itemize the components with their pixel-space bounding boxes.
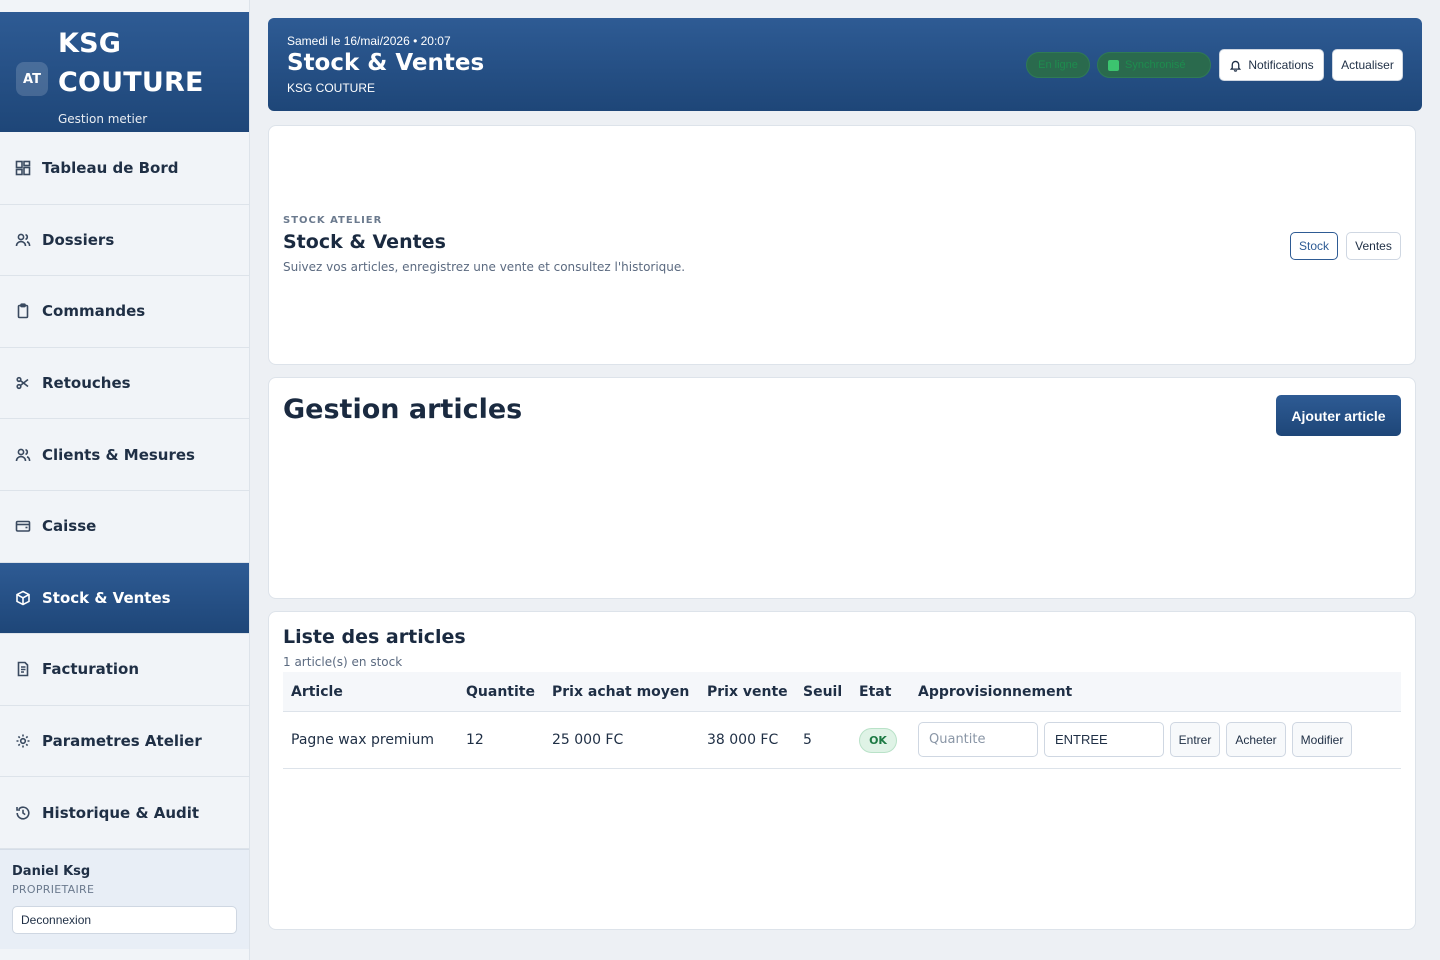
status-badge-etat: OK [859,728,897,753]
enter-button[interactable]: Entrer [1170,722,1220,757]
user-panel: Daniel Ksg PROPRIETAIRE Deconnexion [0,849,249,949]
section-eyebrow: STOCK ATELIER [283,215,383,226]
intro-card: STOCK ATELIER Stock & Ventes Suivez vos … [268,125,1416,365]
brand-subtitle: Gestion metier [58,112,148,126]
articles-list-card: Liste des articles 1 article(s) en stock… [268,611,1416,930]
sidebar-item-label: Caisse [42,517,97,536]
column-header-prix-achat: Prix achat moyen [552,684,690,700]
table-row: Pagne wax premium 12 25 000 FC 38 000 FC… [283,712,1401,769]
list-title: Liste des articles [283,626,466,648]
gestion-card: Gestion articles Ajouter article [268,377,1416,599]
refresh-button[interactable]: Actualiser [1332,49,1403,81]
sync-label: Synchronisé [1125,59,1186,71]
cell-seuil: 5 [803,732,812,748]
add-article-button[interactable]: Ajouter article [1276,395,1401,436]
cell-prix-achat: 25 000 FC [552,732,624,748]
table-header: Article Quantite Prix achat moyen Prix v… [283,672,1401,712]
cell-article: Pagne wax premium [291,732,434,748]
sidebar-item-tableau-de-bord[interactable]: Tableau de Bord [0,133,249,205]
sidebar-item-label: Clients & Mesures [42,445,195,464]
sidebar-nav: Tableau de Bord Dossiers Commandes Retou… [0,133,249,849]
users-icon [14,231,32,249]
user-name: Daniel Ksg [12,864,91,879]
notifications-label: Notifications [1248,58,1314,72]
buy-button[interactable]: Acheter [1226,722,1286,757]
column-header-article: Article [291,684,343,700]
page-title: Stock & Ventes [287,50,485,76]
sidebar-item-commandes[interactable]: Commandes [0,276,249,348]
notifications-button[interactable]: Notifications [1219,49,1324,81]
gear-icon [14,732,32,750]
sidebar: AT KSG COUTURE Gestion metier Tableau de… [0,0,250,960]
sidebar-item-label: Historique & Audit [42,803,200,822]
edit-button[interactable]: Modifier [1292,722,1352,757]
user-role: PROPRIETAIRE [12,883,95,896]
column-header-quantite: Quantite [466,684,535,700]
scissors-icon [14,374,32,392]
articles-table: Article Quantite Prix achat moyen Prix v… [283,672,1401,769]
box-icon [14,589,32,607]
sidebar-item-clients-mesures[interactable]: Clients & Mesures [0,419,249,491]
sidebar-item-label: Stock & Ventes [42,588,171,607]
brand-block: AT KSG COUTURE Gestion metier [0,12,249,132]
column-header-approvisionnement: Approvisionnement [918,684,1073,700]
sidebar-item-stock-ventes[interactable]: Stock & Ventes [0,562,249,635]
history-icon [14,804,32,822]
sidebar-item-dossiers[interactable]: Dossiers [0,205,249,277]
column-header-seuil: Seuil [803,684,843,700]
page-header: Samedi le 16/mai/2026 • 20:07 Stock & Ve… [268,18,1422,111]
sidebar-item-retouches[interactable]: Retouches [0,348,249,420]
brand-logo: AT [16,62,48,96]
sidebar-item-label: Commandes [42,302,146,321]
sidebar-item-label: Tableau de Bord [42,159,179,178]
tab-ventes[interactable]: Ventes [1346,232,1401,260]
users-icon [14,446,32,464]
sidebar-item-label: Facturation [42,660,140,679]
sidebar-item-caisse[interactable]: Caisse [0,491,249,563]
sidebar-item-facturation[interactable]: Facturation [0,634,249,706]
header-subtitle: KSG COUTURE [287,81,376,95]
list-count: 1 article(s) en stock [283,655,403,669]
wallet-icon [14,517,32,535]
movement-type-input[interactable] [1044,722,1164,757]
logout-button[interactable]: Deconnexion [12,906,237,934]
column-header-prix-vente: Prix vente [707,684,788,700]
tab-stock[interactable]: Stock [1290,232,1338,260]
column-header-etat: Etat [859,684,892,700]
cell-prix-vente: 38 000 FC [707,732,779,748]
header-date: Samedi le 16/mai/2026 • 20:07 [287,34,451,48]
status-badge-online: En ligne [1026,52,1090,78]
cell-quantite: 12 [466,732,484,748]
status-badge-sync: Synchronisé [1097,52,1211,78]
invoice-icon [14,660,32,678]
sidebar-item-parametres-atelier[interactable]: Parametres Atelier [0,706,249,778]
bell-icon [1230,60,1242,72]
sidebar-item-label: Parametres Atelier [42,732,202,751]
dashboard-icon [14,159,32,177]
section-description: Suivez vos articles, enregistrez une ven… [283,260,686,274]
clipboard-icon [14,302,32,320]
sidebar-item-label: Retouches [42,374,131,393]
check-icon [1108,59,1119,71]
gestion-title: Gestion articles [283,394,523,425]
brand-title: KSG COUTURE [58,28,204,98]
quantity-input[interactable] [918,722,1038,757]
sidebar-item-label: Dossiers [42,230,115,249]
sidebar-item-historique-audit[interactable]: Historique & Audit [0,777,249,849]
section-title: Stock & Ventes [283,231,446,253]
